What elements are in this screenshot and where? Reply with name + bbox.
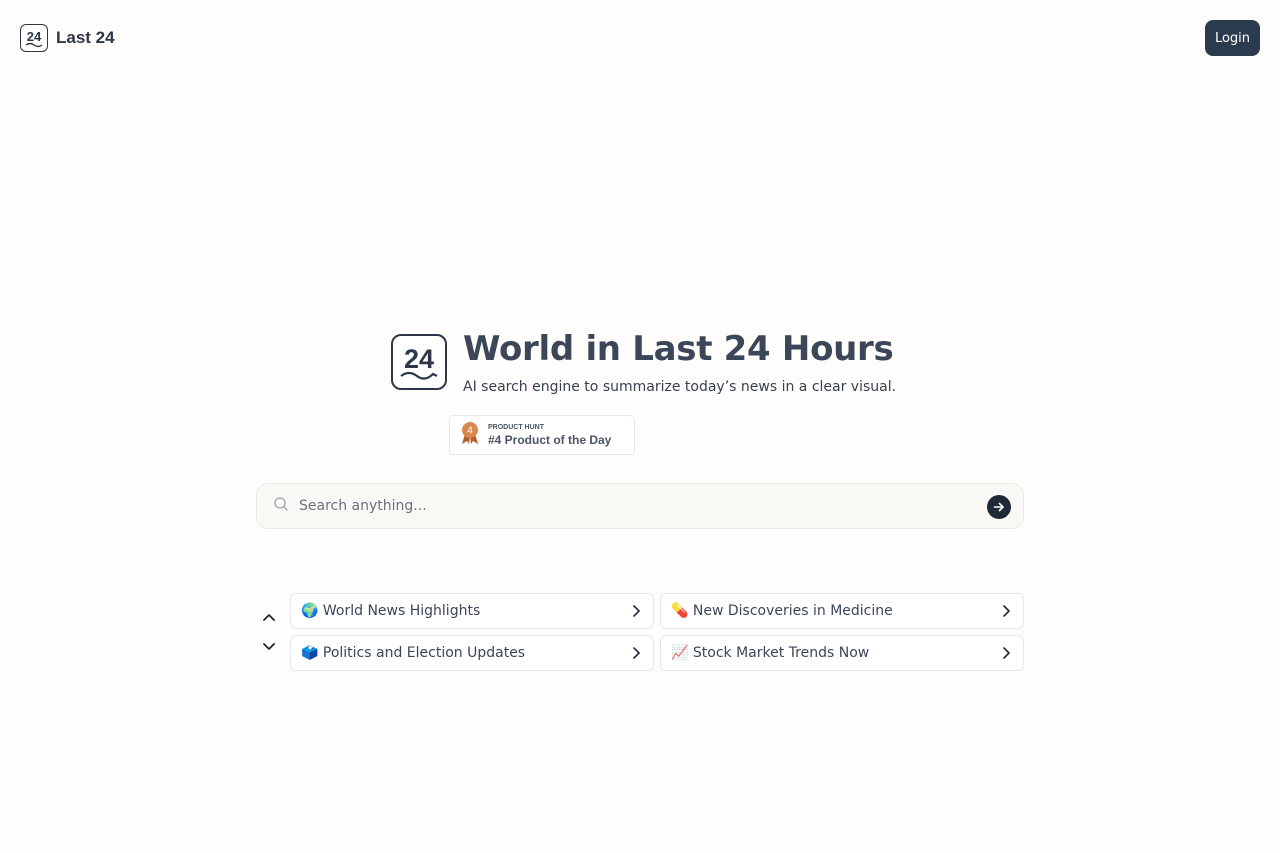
- brand[interactable]: 24 Last 24: [20, 24, 115, 52]
- scroll-up-button[interactable]: [259, 608, 279, 626]
- logo-24-icon: 24: [20, 24, 48, 52]
- chevron-down-icon: [263, 643, 275, 650]
- medal-icon: 4: [460, 421, 480, 449]
- suggestion-item[interactable]: 📈 Stock Market Trends Now: [660, 635, 1024, 671]
- search-icon: [273, 496, 289, 516]
- suggestion-list: 🌍 World News Highlights 💊 New Discoverie…: [290, 593, 1024, 671]
- chart-up-icon: 📈: [671, 645, 689, 661]
- scroll-down-button[interactable]: [259, 638, 279, 656]
- suggestion-item[interactable]: 💊 New Discoveries in Medicine: [660, 593, 1024, 629]
- svg-text:24: 24: [27, 29, 42, 44]
- hero: 24 World in Last 24 Hours AI search engi…: [391, 330, 896, 395]
- badge-rank: 4: [467, 426, 473, 437]
- arrow-right-icon: [993, 502, 1004, 512]
- page-title: World in Last 24 Hours: [463, 329, 894, 369]
- chevron-right-icon: [1003, 605, 1010, 617]
- suggestion-label: New Discoveries in Medicine: [692, 603, 893, 619]
- page-subtitle: AI search engine to summarize today’s ne…: [463, 379, 897, 395]
- product-hunt-badge[interactable]: 4 PRODUCT HUNT #4 Product of the Day: [449, 415, 635, 455]
- suggestion-scroll-controls: [259, 608, 279, 656]
- badge-label: #4 Product of the Day: [488, 432, 612, 447]
- suggestion-label: Politics and Election Updates: [322, 645, 526, 661]
- search-bar: [256, 483, 1024, 529]
- svg-text:24: 24: [404, 344, 434, 374]
- chevron-right-icon: [633, 605, 640, 617]
- chevron-right-icon: [1003, 647, 1010, 659]
- logo-24-icon: 24: [391, 334, 447, 390]
- search-input[interactable]: [299, 498, 959, 514]
- ballot-box-icon: 🗳️: [301, 645, 319, 661]
- search-submit-button[interactable]: [987, 495, 1011, 519]
- chevron-up-icon: [263, 614, 275, 621]
- pill-icon: 💊: [671, 603, 689, 619]
- globe-icon: 🌍: [301, 603, 319, 619]
- suggestion-item[interactable]: 🗳️ Politics and Election Updates: [290, 635, 654, 671]
- login-button[interactable]: Login: [1205, 20, 1260, 56]
- chevron-right-icon: [633, 647, 640, 659]
- brand-name: Last 24: [56, 28, 115, 47]
- suggestion-label: World News Highlights: [322, 603, 481, 619]
- badge-source: PRODUCT HUNT: [488, 423, 544, 431]
- suggestion-item[interactable]: 🌍 World News Highlights: [290, 593, 654, 629]
- suggestion-label: Stock Market Trends Now: [692, 645, 870, 661]
